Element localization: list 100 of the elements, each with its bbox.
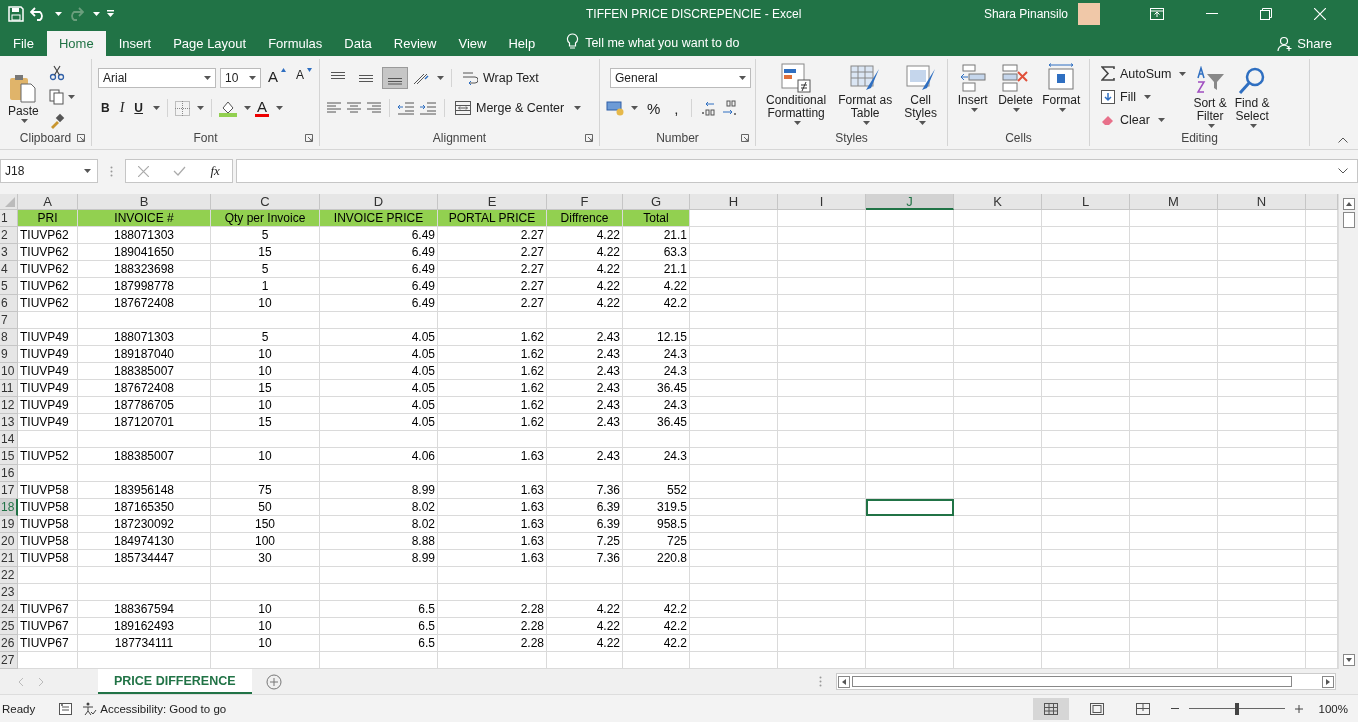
row-header[interactable]: 21 bbox=[0, 550, 18, 568]
user-name[interactable]: Shara Pinansilo bbox=[983, 6, 1068, 21]
column-header[interactable]: F bbox=[547, 194, 623, 211]
column-header[interactable]: G bbox=[623, 194, 690, 211]
undo-icon[interactable] bbox=[30, 6, 46, 21]
scrollbar-thumb[interactable] bbox=[1342, 212, 1355, 229]
column-header[interactable]: E bbox=[438, 194, 547, 211]
row-header[interactable]: 23 bbox=[0, 584, 18, 602]
font-color-button[interactable]: A bbox=[255, 99, 270, 118]
avatar-photo[interactable] bbox=[1078, 2, 1100, 25]
currency-icon[interactable] bbox=[606, 100, 624, 117]
sheet-tab[interactable]: PRICE DIFFERENCE bbox=[98, 669, 252, 695]
row-header[interactable]: 7 bbox=[0, 312, 18, 330]
ribbon-tab[interactable]: View bbox=[449, 31, 496, 57]
underline-button[interactable]: U bbox=[131, 98, 146, 119]
bottom-align-icon[interactable] bbox=[382, 67, 408, 90]
column-header[interactable]: D bbox=[320, 194, 438, 211]
ribbon-tab[interactable]: Page Layout bbox=[164, 31, 256, 57]
decrease-font-button[interactable]: A bbox=[293, 68, 315, 89]
fill-color-icon[interactable] bbox=[219, 99, 237, 117]
column-header[interactable]: I bbox=[778, 194, 866, 211]
row-header[interactable]: 24 bbox=[0, 601, 18, 619]
dialog-launcher-icon[interactable] bbox=[77, 133, 85, 142]
delete-cells-button[interactable]: Delete bbox=[994, 63, 1037, 113]
row-header[interactable]: 19 bbox=[0, 516, 18, 534]
scroll-up-icon[interactable] bbox=[1342, 198, 1355, 211]
tell-me-field[interactable]: Tell me what you want to do bbox=[585, 31, 740, 57]
ribbon-tab[interactable]: Review bbox=[384, 31, 446, 57]
row-header[interactable]: 15 bbox=[0, 448, 18, 466]
row-header[interactable]: 22 bbox=[0, 567, 18, 585]
minimize-icon[interactable] bbox=[1206, 12, 1218, 15]
row-header[interactable]: 6 bbox=[0, 295, 18, 313]
column-header[interactable]: B bbox=[78, 194, 211, 211]
normal-view-icon[interactable] bbox=[1032, 697, 1069, 720]
row-header[interactable]: 12 bbox=[0, 397, 18, 415]
ribbon-tab[interactable]: Data bbox=[335, 31, 381, 57]
percent-button[interactable]: % bbox=[642, 98, 666, 119]
row-header[interactable]: 26 bbox=[0, 635, 18, 653]
insert-function-button[interactable]: fx bbox=[210, 163, 220, 180]
comma-button[interactable]: , bbox=[669, 98, 684, 119]
row-header[interactable]: 25 bbox=[0, 618, 18, 636]
horizontal-scrollbar[interactable] bbox=[836, 673, 1336, 691]
dialog-launcher-icon[interactable] bbox=[305, 133, 313, 142]
row-header[interactable]: 2 bbox=[0, 227, 18, 245]
row-header[interactable]: 14 bbox=[0, 431, 18, 449]
ribbon-tab[interactable]: Help bbox=[499, 31, 545, 57]
ribbon-tab[interactable]: File bbox=[4, 31, 43, 57]
sort-filter-button[interactable]: Sort & Filter bbox=[1189, 65, 1231, 128]
italic-button[interactable]: I bbox=[116, 98, 128, 119]
bold-button[interactable]: B bbox=[98, 98, 113, 119]
number-format-dropdown[interactable]: General bbox=[610, 68, 751, 89]
row-header[interactable]: 11 bbox=[0, 380, 18, 398]
row-header[interactable]: 16 bbox=[0, 465, 18, 483]
column-header[interactable]: J bbox=[866, 194, 954, 211]
column-header[interactable]: L bbox=[1042, 194, 1130, 211]
row-header[interactable]: 3 bbox=[0, 244, 18, 262]
font-name-dropdown[interactable]: Arial bbox=[98, 68, 217, 89]
close-icon[interactable] bbox=[1314, 7, 1326, 20]
expand-icon[interactable] bbox=[1338, 168, 1348, 175]
row-header[interactable]: 8 bbox=[0, 329, 18, 347]
font-size-dropdown[interactable]: 10 bbox=[220, 68, 261, 89]
macro-record-icon[interactable] bbox=[59, 702, 73, 715]
scroll-down-icon[interactable] bbox=[1342, 654, 1355, 667]
zoom-out-icon[interactable] bbox=[1170, 707, 1179, 710]
scroll-right-icon[interactable] bbox=[1322, 675, 1334, 688]
zoom-level[interactable]: 100% bbox=[1318, 702, 1348, 715]
collapse-ribbon-icon[interactable] bbox=[1338, 136, 1348, 143]
column-header[interactable]: H bbox=[690, 194, 778, 211]
row-header[interactable]: 1 bbox=[0, 210, 18, 228]
add-sheet-icon[interactable] bbox=[265, 673, 282, 690]
customize-icon[interactable] bbox=[106, 9, 115, 18]
scroll-left-icon[interactable] bbox=[838, 675, 850, 688]
row-header[interactable]: 9 bbox=[0, 346, 18, 364]
conditional-formatting-button[interactable]: Conditional Formatting bbox=[762, 63, 831, 126]
scrollbar-thumb[interactable] bbox=[852, 676, 1292, 688]
column-header[interactable]: K bbox=[954, 194, 1042, 211]
ribbon-options-icon[interactable] bbox=[1150, 7, 1164, 20]
dialog-launcher-icon[interactable] bbox=[585, 133, 593, 142]
clear-button[interactable]: Clear bbox=[1098, 109, 1190, 130]
cell-styles-button[interactable]: Cell Styles bbox=[900, 63, 941, 126]
zoom-slider-thumb[interactable] bbox=[1234, 702, 1239, 715]
fill-button[interactable]: Fill bbox=[1098, 86, 1190, 107]
row-header[interactable]: 18 bbox=[0, 499, 18, 517]
row-header[interactable]: 13 bbox=[0, 414, 18, 432]
zoom-in-icon[interactable] bbox=[1294, 704, 1303, 713]
copy-icon[interactable] bbox=[48, 88, 65, 105]
wrap-text-button[interactable]: Wrap Text bbox=[459, 68, 542, 89]
name-box[interactable]: J18 bbox=[0, 159, 98, 184]
row-header[interactable]: 10 bbox=[0, 363, 18, 381]
paste-button[interactable]: Paste bbox=[4, 72, 43, 123]
row-header[interactable]: 20 bbox=[0, 533, 18, 551]
insert-cells-button[interactable]: Insert bbox=[952, 63, 993, 113]
column-header[interactable]: C bbox=[211, 194, 320, 211]
scissors-icon[interactable] bbox=[48, 64, 65, 81]
save-icon[interactable] bbox=[8, 5, 24, 22]
borders-icon[interactable] bbox=[175, 100, 190, 116]
ribbon-tab[interactable]: Insert bbox=[109, 31, 161, 57]
formula-input[interactable] bbox=[236, 159, 1358, 184]
column-header[interactable]: N bbox=[1218, 194, 1306, 211]
row-header[interactable]: 4 bbox=[0, 261, 18, 279]
